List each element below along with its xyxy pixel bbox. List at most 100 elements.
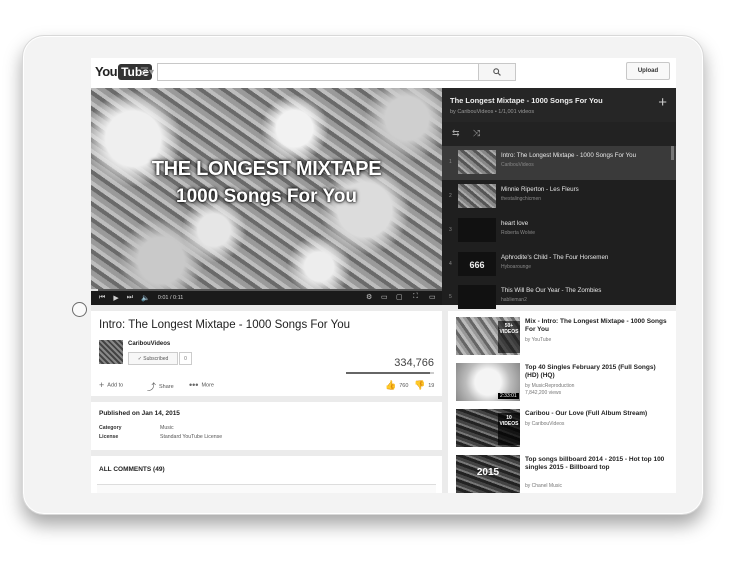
playlist-tools: ⇆ ⤨ bbox=[442, 122, 676, 147]
playlist-item-thumbnail bbox=[458, 285, 496, 309]
playlist-item[interactable]: 2 Minnie Riperton - Les Fleurs thestalin… bbox=[442, 180, 676, 214]
view-count: 334,766 bbox=[394, 357, 434, 369]
logo-you: You bbox=[95, 64, 118, 79]
search-button[interactable] bbox=[478, 63, 516, 81]
related-video-views: 7,842,200 views bbox=[525, 390, 562, 396]
playlist-item[interactable]: 4 666 Aphrodite's Child - The Four Horse… bbox=[442, 248, 676, 282]
playlist-item-title: Intro: The Longest Mixtape - 1000 Songs … bbox=[501, 152, 637, 159]
playlist-item[interactable]: 1 Intro: The Longest Mixtape - 1000 Song… bbox=[442, 146, 676, 180]
dislike-count: 19 bbox=[428, 382, 435, 389]
search-input[interactable] bbox=[157, 63, 479, 81]
playlist-item-channel: thestalingchicmen bbox=[501, 196, 542, 202]
settings-icon[interactable]: ⚙ bbox=[366, 293, 372, 301]
playlist-item-thumbnail bbox=[458, 150, 496, 174]
playlist-item-title: Minnie Riperton - Les Fleurs bbox=[501, 186, 579, 193]
publish-date: Published on Jan 14, 2015 bbox=[99, 410, 180, 417]
search-icon bbox=[493, 68, 501, 76]
fullscreen-icon[interactable]: ⛶ bbox=[413, 293, 418, 301]
play-icon[interactable]: ▶ bbox=[113, 294, 118, 302]
cast-icon[interactable]: ▭ bbox=[429, 293, 436, 301]
related-video[interactable]: 10 VIDEOS Caribou - Our Love (Full Album… bbox=[448, 403, 676, 447]
license-value: Standard YouTube License bbox=[160, 434, 223, 440]
more-button[interactable]: ••• More bbox=[189, 380, 214, 390]
video-overlay-subtitle: 1000 Songs For You bbox=[176, 186, 357, 207]
next-icon[interactable]: ⏭ bbox=[127, 294, 133, 302]
category-value[interactable]: Music bbox=[160, 425, 174, 431]
related-video-title: Caribou - Our Love (Full Album Stream) bbox=[525, 410, 648, 417]
like-ratio-bar bbox=[346, 372, 434, 374]
subscriber-count: 0 bbox=[179, 352, 192, 365]
tablet-home-button[interactable] bbox=[72, 302, 87, 317]
thumbs-down-icon: 👎 bbox=[414, 380, 426, 390]
time-display: 0:01 / 0:11 bbox=[157, 295, 184, 301]
playlist-item-channel: Hyboarounge bbox=[501, 264, 532, 270]
loop-icon[interactable]: ⇆ bbox=[452, 128, 460, 139]
playlist-scrollbar[interactable] bbox=[671, 146, 674, 160]
shuffle-icon[interactable]: ⤨ bbox=[473, 128, 480, 139]
playlist-item-channel: CaribouVideos bbox=[501, 162, 534, 168]
license-label: License bbox=[99, 434, 119, 440]
plus-icon[interactable]: + bbox=[658, 94, 667, 111]
related-video[interactable]: 2:33:01 Top 40 Singles February 2015 (Fu… bbox=[448, 357, 676, 401]
playlist-header: The Longest Mixtape - 1000 Songs For You… bbox=[442, 88, 676, 122]
playlist-title[interactable]: The Longest Mixtape - 1000 Songs For You bbox=[450, 96, 603, 105]
related-video-badge: 10 VIDEOS bbox=[498, 413, 520, 445]
playlist-panel: The Longest Mixtape - 1000 Songs For You… bbox=[442, 88, 676, 309]
related-video-channel: by CaribouVideos bbox=[525, 421, 565, 427]
category-label: Category bbox=[99, 425, 122, 431]
playlist-item-title: This Will Be Our Year - The Zombies bbox=[501, 287, 602, 294]
dislike-button[interactable]: 👎 19 bbox=[414, 380, 434, 391]
comment-input[interactable] bbox=[97, 484, 436, 493]
related-video-title: Mix - Intro: The Longest Mixtape - 1000 … bbox=[525, 318, 667, 333]
playlist-item-number: 3 bbox=[449, 227, 452, 233]
related-video-badge: 50+ VIDEOS bbox=[498, 321, 520, 353]
previous-icon[interactable]: ⏮ bbox=[99, 294, 105, 302]
playlist-item-channel: hablieman2 bbox=[501, 297, 527, 303]
add-to-label: Add to bbox=[107, 382, 124, 389]
more-icon: ••• bbox=[189, 380, 199, 390]
playlist-item-number: 1 bbox=[449, 159, 452, 165]
share-label: Share bbox=[159, 383, 174, 390]
hamburger-icon[interactable]: ☰▾ bbox=[140, 67, 154, 78]
subscribe-button[interactable]: ✓ Subscribed bbox=[128, 352, 178, 365]
like-count: 760 bbox=[399, 382, 409, 389]
plus-icon: + bbox=[99, 380, 105, 390]
related-video[interactable]: 50+ VIDEOS Mix - Intro: The Longest Mixt… bbox=[448, 311, 676, 355]
volume-icon[interactable]: 🔈 bbox=[141, 294, 150, 302]
captions-icon[interactable]: ▭ bbox=[381, 293, 388, 301]
playlist-item-title: heart love bbox=[501, 220, 529, 227]
playlist-item[interactable]: 3 heart love Roberta Wolvie bbox=[442, 214, 676, 248]
share-icon: ⤴ bbox=[147, 382, 157, 392]
related-video-title: Top songs billboard 2014 - 2015 - Hot to… bbox=[525, 456, 665, 471]
like-button[interactable]: 👍 760 bbox=[385, 380, 408, 391]
player-controls: ⏮ ▶ ⏭ 🔈 0:01 / 0:11 ⚙ ▭ ▢ ⛶ ▭ bbox=[91, 291, 442, 305]
upload-button[interactable]: Upload bbox=[626, 62, 670, 80]
related-video-channel: by MusicReproduction bbox=[525, 383, 575, 389]
related-video-thumbnail-text: 2015 bbox=[476, 467, 500, 478]
video-title: Intro: The Longest Mixtape - 1000 Songs … bbox=[99, 319, 351, 331]
playlist-item[interactable]: 5 This Will Be Our Year - The Zombies ha… bbox=[442, 281, 676, 315]
related-video-title: Top 40 Singles February 2015 (Full Songs… bbox=[525, 364, 656, 379]
playlist-item-channel: Roberta Wolvie bbox=[501, 230, 536, 236]
comments-title: ALL COMMENTS (49) bbox=[99, 466, 165, 473]
channel-avatar[interactable] bbox=[99, 340, 123, 364]
video-player[interactable]: THE LONGEST MIXTAPE 1000 Songs For You ⏮… bbox=[91, 88, 442, 305]
playlist-item-title: Aphrodite's Child - The Four Horsemen bbox=[501, 254, 609, 261]
playlist-item-thumbnail bbox=[458, 184, 496, 208]
related-video-duration: 2:33:01 bbox=[498, 393, 519, 399]
comments-card: ALL COMMENTS (49) bbox=[91, 456, 442, 493]
add-to-button[interactable]: + Add to bbox=[99, 380, 123, 390]
video-details-card: Published on Jan 14, 2015 Category Music… bbox=[91, 402, 442, 450]
related-video[interactable]: 2015 Top songs billboard 2014 - 2015 - H… bbox=[448, 449, 676, 493]
channel-name[interactable]: CaribouVideos bbox=[128, 341, 170, 347]
playlist-item-thumbnail-text: 666 bbox=[469, 260, 485, 270]
playlist-item-thumbnail bbox=[458, 218, 496, 242]
video-overlay-title: THE LONGEST MIXTAPE bbox=[151, 158, 382, 180]
share-button[interactable]: ⤴ Share bbox=[147, 380, 174, 393]
video-info-card: Intro: The Longest Mixtape - 1000 Songs … bbox=[91, 311, 442, 396]
theater-icon[interactable]: ▢ bbox=[396, 293, 403, 301]
related-video-channel: by Chanel Music bbox=[525, 483, 562, 489]
playlist-item-number: 4 bbox=[449, 261, 452, 267]
playlist-item-number: 2 bbox=[449, 193, 452, 199]
playlist-subtitle: by CaribouVideos • 1/1,001 videos bbox=[450, 109, 535, 115]
